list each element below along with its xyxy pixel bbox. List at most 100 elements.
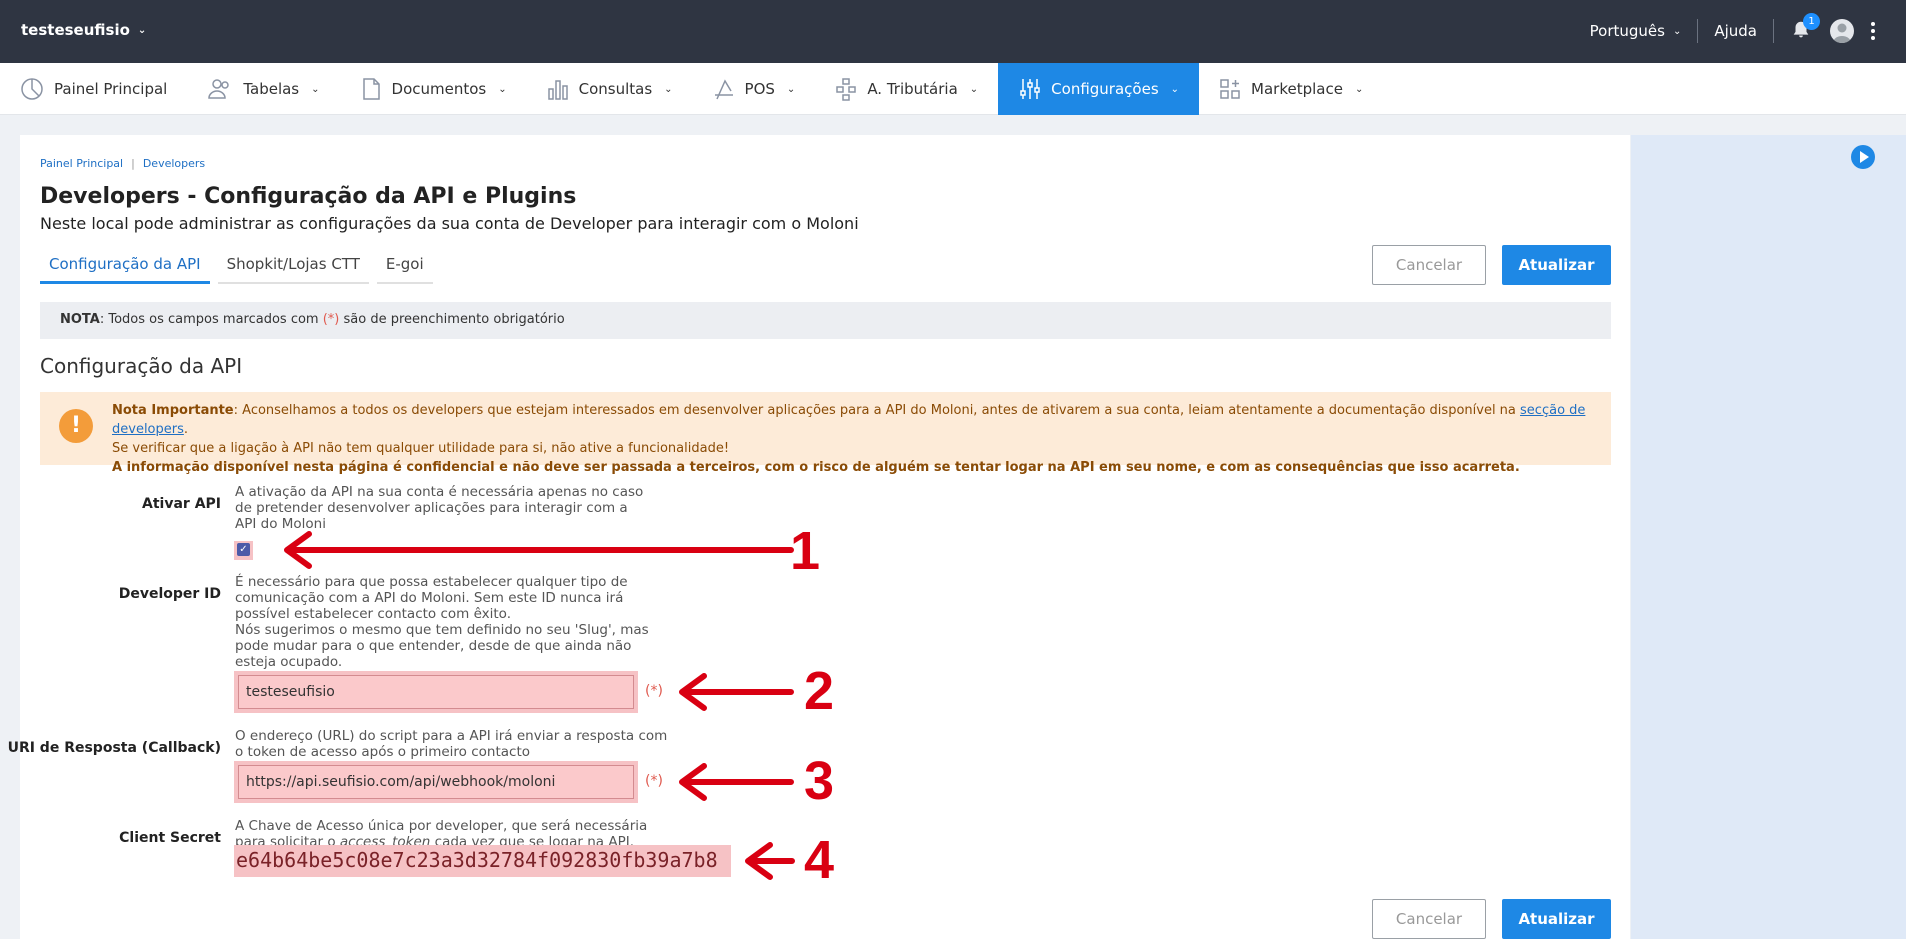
annotation-arrow-3 <box>679 763 794 801</box>
breadcrumb-home[interactable]: Painel Principal <box>40 157 123 170</box>
required-mark: (*) <box>645 683 663 699</box>
notifications-button[interactable]: 1 <box>1790 13 1820 43</box>
tabs: Configuração da API Shopkit/Lojas CTT E-… <box>40 247 433 284</box>
warning-label: Nota Importante <box>112 403 234 418</box>
warning-line1: : Aconselhamos a todos os developers que… <box>233 403 1521 418</box>
document-icon <box>362 78 380 100</box>
required-note: NOTA: Todos os campos marcados com (*) s… <box>40 302 1611 339</box>
top-bar: testeseufisio ⌄ Português ⌄ Ajuda 1 <box>0 0 1906 63</box>
annotation-number-1: 1 <box>790 521 821 581</box>
warning-line2: Se verificar que a ligação à API não tem… <box>112 441 730 456</box>
grid-icon <box>1220 79 1240 99</box>
side-panel <box>1631 135 1906 939</box>
callback-input[interactable] <box>238 765 634 799</box>
update-button[interactable]: Atualizar <box>1502 245 1611 285</box>
chevron-down-icon: ⌄ <box>311 83 320 95</box>
help-link[interactable]: Ajuda <box>1714 22 1757 40</box>
chevron-down-icon: ⌄ <box>969 83 979 95</box>
developer-id-help-1: É necessário para que possa estabelecer … <box>235 574 628 622</box>
callback-help: O endereço (URL) do script para a API ir… <box>235 728 668 760</box>
cancel-button-bottom[interactable]: Cancelar <box>1372 899 1486 939</box>
nav-painel-principal[interactable]: Painel Principal <box>0 63 187 115</box>
chevron-down-icon: ⌄ <box>137 24 147 36</box>
main-nav: Painel Principal Tabelas ⌄ Documentos ⌄ … <box>0 63 1906 115</box>
pos-icon <box>714 79 733 100</box>
note-prefix: NOTA <box>60 312 100 327</box>
breadcrumb-developers[interactable]: Developers <box>143 157 205 170</box>
nav-label: Configurações <box>1051 80 1159 98</box>
nav-documentos[interactable]: Documentos ⌄ <box>340 63 527 115</box>
warning-line3: A informação disponível nesta página é c… <box>112 460 1520 475</box>
warning-line1-end: . <box>183 422 189 437</box>
network-icon <box>836 78 857 101</box>
pie-chart-icon <box>21 78 43 100</box>
developer-id-help: É necessário para que possa estabelecer … <box>235 574 670 670</box>
nav-consultas[interactable]: Consultas ⌄ <box>527 63 693 115</box>
annotation-number-2: 2 <box>804 661 835 721</box>
more-menu-icon[interactable] <box>1870 22 1876 40</box>
chevron-down-icon: ⌄ <box>1170 83 1180 95</box>
bar-chart-icon <box>547 80 568 100</box>
tab-api-config[interactable]: Configuração da API <box>40 247 210 284</box>
section-title: Configuração da API <box>40 354 243 378</box>
callback-field-wrap <box>234 761 638 803</box>
tab-shopkit[interactable]: Shopkit/Lojas CTT <box>217 247 369 284</box>
chevron-down-icon: ⌄ <box>664 83 673 95</box>
annotation-arrow-4 <box>745 842 795 880</box>
play-icon[interactable] <box>1851 145 1875 169</box>
nav-marketplace[interactable]: Marketplace ⌄ <box>1199 63 1383 115</box>
note-text: : Todos os campos marcados com <box>99 312 323 327</box>
warning-box: ! Nota Importante: Aconselhamos a todos … <box>40 392 1611 475</box>
required-mark: (*) <box>645 773 663 789</box>
chevron-down-icon: ⌄ <box>1354 83 1364 95</box>
developer-id-help-2: Nós sugerimos o mesmo que tem definido n… <box>235 622 649 670</box>
sliders-icon <box>1020 79 1040 99</box>
ativar-api-help: A ativação da API na sua conta é necessá… <box>235 484 644 532</box>
divider <box>1773 19 1774 43</box>
required-mark: (*) <box>322 312 340 327</box>
language-label: Português <box>1589 22 1665 40</box>
callback-label: URI de Resposta (Callback) <box>7 740 221 756</box>
breadcrumb-separator: | <box>131 157 135 170</box>
users-icon <box>208 79 230 99</box>
nav-pos[interactable]: POS ⌄ <box>693 63 816 115</box>
annotation-number-3: 3 <box>804 751 835 811</box>
nav-tabelas[interactable]: Tabelas ⌄ <box>187 63 339 115</box>
account-switcher[interactable]: testeseufisio ⌄ <box>21 21 146 39</box>
ativar-api-label: Ativar API <box>142 496 221 512</box>
ativar-api-checkbox[interactable] <box>234 541 253 560</box>
note-text-end: são de preenchimento obrigatório <box>339 312 565 327</box>
page-title: Developers - Configuração da API e Plugi… <box>40 184 577 209</box>
annotation-arrow-1 <box>284 531 794 569</box>
nav-label: Painel Principal <box>54 80 168 98</box>
nav-label: Marketplace <box>1251 80 1343 98</box>
breadcrumb: Painel Principal | Developers <box>40 157 205 170</box>
chevron-down-icon: ⌄ <box>786 83 796 95</box>
developer-id-input[interactable] <box>238 675 634 709</box>
nav-tributaria[interactable]: A. Tributária ⌄ <box>815 63 998 115</box>
page-subtitle: Neste local pode administrar as configur… <box>40 214 859 233</box>
warning-icon: ! <box>59 409 93 443</box>
nav-label: POS <box>744 80 775 98</box>
cancel-button[interactable]: Cancelar <box>1372 245 1486 285</box>
update-button-bottom[interactable]: Atualizar <box>1502 899 1611 939</box>
language-selector[interactable]: Português ⌄ <box>1590 22 1682 40</box>
account-name: testeseufisio <box>21 21 130 39</box>
chevron-down-icon: ⌄ <box>1672 25 1682 37</box>
annotation-arrow-2 <box>679 673 794 711</box>
divider <box>1697 19 1699 43</box>
tab-egoi[interactable]: E-goi <box>376 247 433 284</box>
nav-configuracoes[interactable]: Configurações ⌄ <box>998 63 1200 115</box>
nav-label: A. Tributária <box>867 80 958 98</box>
nav-label: Documentos <box>391 80 487 98</box>
client-secret-value: e64b64be5c08e7c23a3d32784f092830fb39a7b8 <box>234 845 731 877</box>
developer-id-field-wrap <box>234 671 638 713</box>
chevron-down-icon: ⌄ <box>498 83 507 95</box>
nav-label: Consultas <box>578 80 653 98</box>
annotation-number-4: 4 <box>804 830 835 890</box>
developer-id-label: Developer ID <box>118 586 221 602</box>
avatar[interactable] <box>1830 19 1854 43</box>
client-secret-label: Client Secret <box>119 830 221 846</box>
user-icon <box>1833 23 1851 43</box>
notification-badge: 1 <box>1803 13 1820 30</box>
